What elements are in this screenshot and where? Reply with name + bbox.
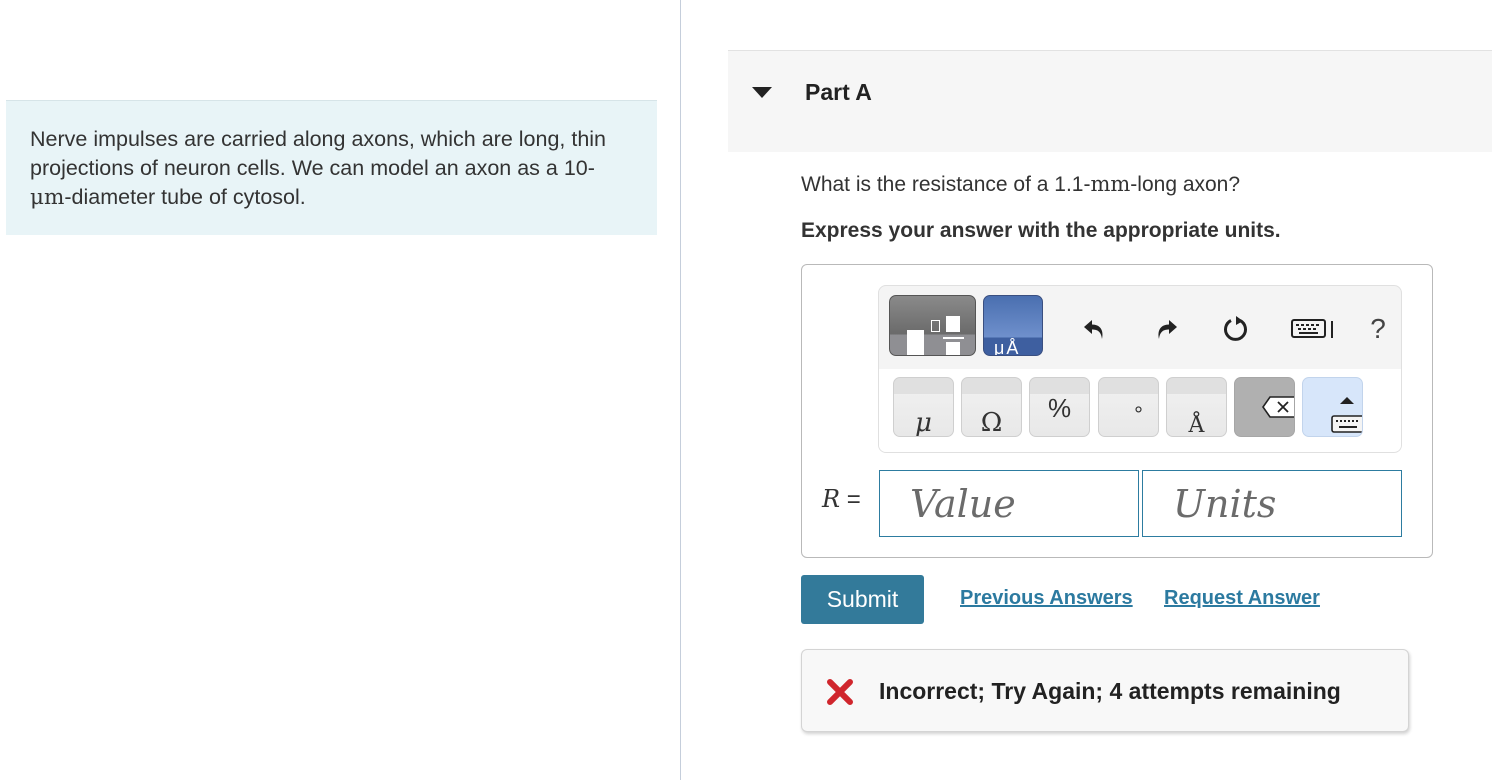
panel-divider — [680, 0, 681, 780]
question-unit: mm — [1090, 172, 1131, 196]
part-header[interactable]: Part A — [728, 50, 1492, 152]
question-text-start: What is the resistance of a 1.1- — [801, 173, 1091, 196]
angstrom-key[interactable]: Å — [1166, 377, 1227, 437]
help-icon[interactable]: ? — [1361, 312, 1395, 346]
keyboard-toggle-key[interactable] — [1302, 377, 1363, 437]
value-input[interactable] — [879, 470, 1139, 537]
template-fraction-bottom-icon — [946, 342, 960, 355]
part-title: Part A — [805, 79, 872, 105]
units-input[interactable] — [1142, 470, 1402, 537]
percent-key[interactable]: % — [1029, 377, 1090, 437]
answer-variable: R — [822, 485, 841, 513]
backspace-key[interactable] — [1234, 377, 1295, 437]
angstrom-key-glyph: Å — [1188, 413, 1205, 437]
math-toolbar: μÅ ? μ Ω % ° Å — [878, 285, 1402, 453]
template-fraction-bar-icon — [943, 337, 964, 339]
template-fraction-top-icon — [946, 316, 960, 332]
equals-sign: = — [846, 486, 861, 513]
ohm-key-glyph: Ω — [980, 408, 1003, 437]
previous-answers-link[interactable]: Previous Answers — [960, 587, 1133, 610]
feedback-message: Incorrect; Try Again; 4 attempts remaini… — [879, 678, 1341, 704]
intro-text-start: Nerve impulses are carried along axons, … — [30, 127, 607, 180]
intro-text-end: -diameter tube of cytosol. — [64, 185, 306, 209]
units-button-label: μÅ — [994, 338, 1021, 356]
collapse-caret-icon[interactable] — [752, 87, 772, 98]
mu-key[interactable]: μ — [893, 377, 954, 437]
answer-instruction: Express your answer with the appropriate… — [801, 219, 1281, 242]
mu-key-glyph: μ — [915, 408, 932, 437]
undo-icon[interactable] — [1078, 312, 1112, 346]
degree-key-glyph: ° — [1134, 402, 1143, 427]
backspace-icon — [1262, 396, 1294, 418]
keyboard-toggle-icon — [1331, 397, 1362, 433]
units-button[interactable]: μÅ — [983, 295, 1043, 356]
question-text-end: -long axon? — [1130, 173, 1241, 196]
template-block-icon — [907, 330, 924, 355]
request-answer-link[interactable]: Request Answer — [1164, 587, 1320, 610]
percent-key-glyph: % — [1047, 393, 1072, 423]
redo-icon[interactable] — [1149, 312, 1183, 346]
answer-variable-label: R = — [822, 485, 861, 514]
keyboard-shortcuts-icon[interactable] — [1289, 312, 1339, 346]
problem-intro: Nerve impulses are carried along axons, … — [6, 100, 657, 235]
templates-button[interactable] — [889, 295, 976, 356]
incorrect-x-icon — [827, 679, 853, 705]
ohm-key[interactable]: Ω — [961, 377, 1022, 437]
template-box-icon — [931, 320, 940, 332]
intro-unit: μm — [30, 185, 65, 210]
reset-icon[interactable] — [1219, 312, 1253, 346]
degree-key[interactable]: ° — [1098, 377, 1159, 437]
answer-box: μÅ ? μ Ω % ° Å R = Value Units — [801, 264, 1433, 558]
submit-button[interactable]: Submit — [801, 575, 924, 624]
question-text: What is the resistance of a 1.1-mm-long … — [801, 172, 1240, 197]
feedback-banner: Incorrect; Try Again; 4 attempts remaini… — [801, 649, 1409, 732]
